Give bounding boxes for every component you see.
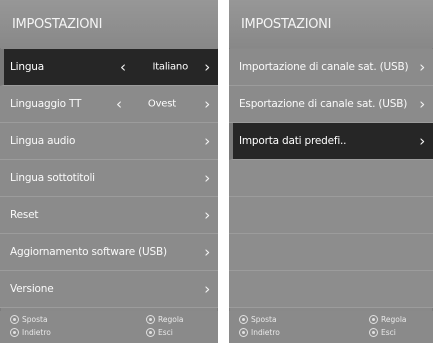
menu-item-label: Aggiornamento software (USB) (10, 246, 167, 258)
hint-label: Regola (381, 315, 407, 324)
menu-item-label: Reset (10, 209, 39, 221)
back-icon (10, 328, 19, 337)
adjust-icon (146, 315, 155, 324)
hint-back: Indietro (10, 328, 51, 337)
hint-label: Indietro (22, 328, 51, 337)
chevron-right-icon[interactable]: › (204, 58, 210, 76)
settings-menu: Lingua ‹ Italiano › Linguaggio TT ‹ Oves… (0, 49, 218, 308)
language-value: Italiano (152, 61, 188, 73)
chevron-left-icon[interactable]: ‹ (120, 58, 126, 76)
menu-item-export-satellite-channels[interactable]: Esportazione di canale sat. (USB) › (229, 86, 433, 123)
hint-move: Sposta (10, 315, 48, 324)
menu-item-import-default-data[interactable]: Importa dati predefi.. › (229, 123, 433, 160)
menu-item-label: Lingua sottotitoli (10, 172, 95, 184)
teletext-language-value: Ovest (147, 98, 176, 110)
hint-label: Regola (158, 315, 184, 324)
navigate-icon (10, 315, 19, 324)
settings-panel-left: IMPOSTAZIONI Lingua ‹ Italiano › Linguag… (0, 0, 218, 343)
hint-label: Indietro (251, 328, 280, 337)
key-hint-bar: Sposta Regola Indietro Esci (229, 311, 433, 343)
empty-row (229, 160, 433, 197)
menu-item-label: Versione (10, 283, 54, 295)
settings-submenu: Importazione di canale sat. (USB) › Espo… (229, 49, 433, 308)
menu-item-label: Esportazione di canale sat. (USB) (239, 98, 408, 110)
menu-item-lingua[interactable]: Lingua ‹ Italiano › (0, 49, 218, 86)
hint-adjust: Regola (146, 315, 184, 324)
chevron-right-icon: › (419, 58, 425, 76)
chevron-right-icon: › (419, 95, 425, 113)
settings-panel-right: IMPOSTAZIONI Importazione di canale sat.… (229, 0, 433, 343)
menu-item-lingua-audio[interactable]: Lingua audio › (0, 123, 218, 160)
hint-adjust: Regola (369, 315, 407, 324)
hint-exit: Esci (369, 328, 396, 337)
menu-item-lingua-sottotitoli[interactable]: Lingua sottotitoli › (0, 160, 218, 197)
key-hint-bar: Sposta Regola Indietro Esci (0, 311, 218, 343)
empty-row (229, 234, 433, 271)
empty-row (229, 271, 433, 308)
chevron-right-icon: › (204, 169, 210, 187)
chevron-right-icon: › (204, 132, 210, 150)
chevron-right-icon: › (204, 243, 210, 261)
chevron-right-icon: › (204, 280, 210, 298)
exit-icon (369, 328, 378, 337)
navigate-icon (239, 315, 248, 324)
hint-exit: Esci (146, 328, 173, 337)
empty-row (229, 197, 433, 234)
chevron-left-icon[interactable]: ‹ (116, 95, 122, 113)
menu-item-aggiornamento-software[interactable]: Aggiornamento software (USB) › (0, 234, 218, 271)
menu-item-label: Linguaggio TT (10, 98, 82, 110)
exit-icon (146, 328, 155, 337)
hint-label: Sposta (251, 315, 277, 324)
hint-label: Esci (381, 328, 396, 337)
menu-item-label: Importazione di canale sat. (USB) (239, 61, 409, 73)
adjust-icon (369, 315, 378, 324)
hint-back: Indietro (239, 328, 280, 337)
menu-item-label: Lingua (10, 61, 44, 73)
menu-item-label: Lingua audio (10, 135, 76, 147)
menu-item-reset[interactable]: Reset › (0, 197, 218, 234)
chevron-right-icon: › (204, 206, 210, 224)
hint-label: Esci (158, 328, 173, 337)
hint-label: Sposta (22, 315, 48, 324)
menu-item-versione[interactable]: Versione › (0, 271, 218, 308)
chevron-right-icon[interactable]: › (204, 95, 210, 113)
menu-item-label: Importa dati predefi.. (239, 135, 347, 147)
hint-move: Sposta (239, 315, 277, 324)
menu-item-linguaggio-tt[interactable]: Linguaggio TT ‹ Ovest › (0, 86, 218, 123)
panel-title: IMPOSTAZIONI (0, 0, 218, 48)
back-icon (239, 328, 248, 337)
panel-title: IMPOSTAZIONI (229, 0, 433, 48)
chevron-right-icon: › (419, 132, 425, 150)
menu-item-import-satellite-channels[interactable]: Importazione di canale sat. (USB) › (229, 49, 433, 86)
